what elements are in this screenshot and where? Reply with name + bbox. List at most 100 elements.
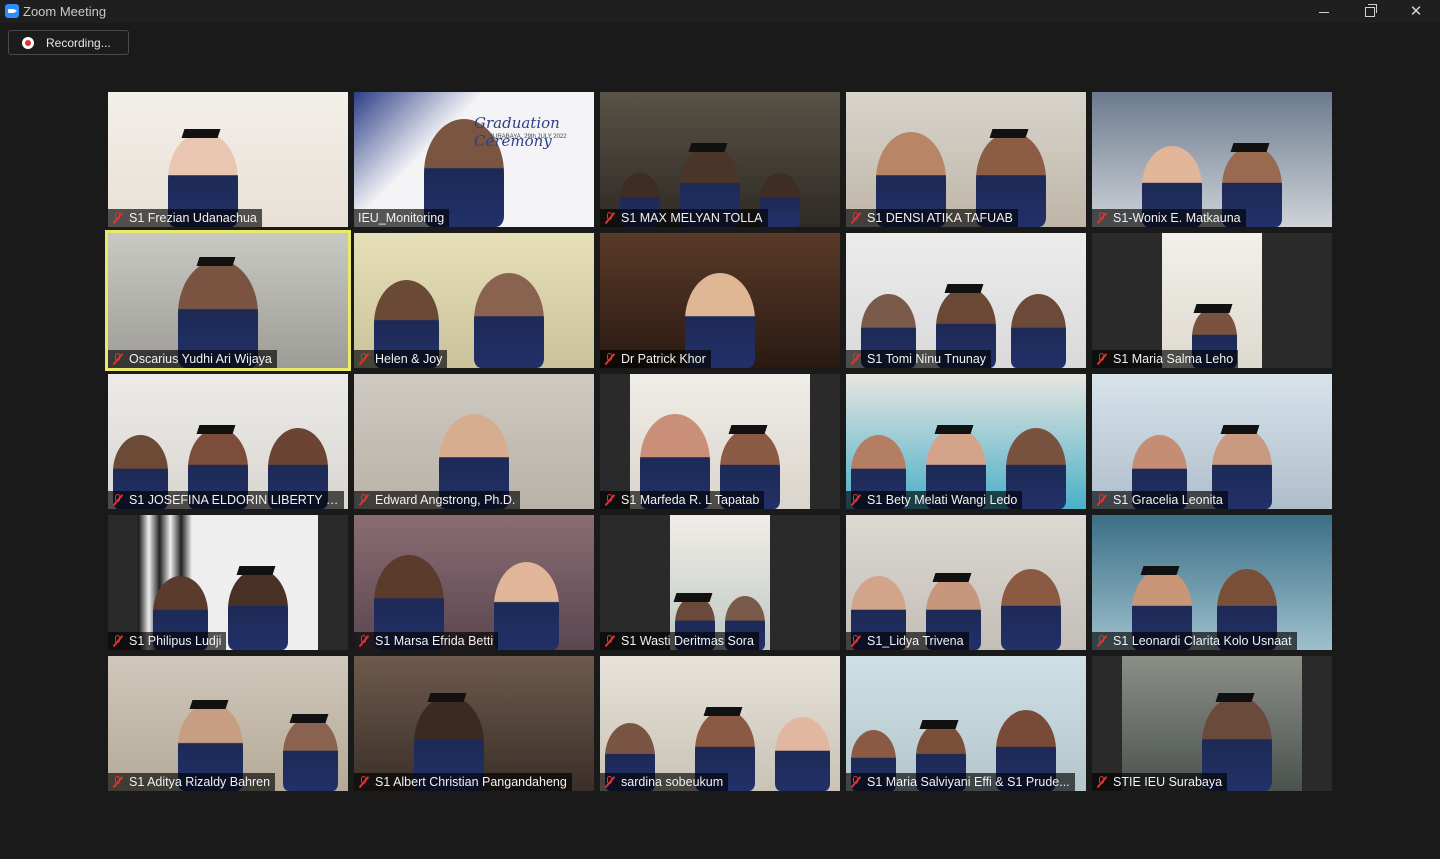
close-button[interactable]: ✕	[1393, 0, 1439, 23]
muted-microphone-icon	[850, 776, 861, 788]
participant-name: S1-Wonix E. Matkauna	[1092, 209, 1246, 227]
participant-name-label: S1 Leonardi Clarita Kolo Usnaat	[1113, 634, 1292, 648]
graduation-cap	[1140, 566, 1180, 575]
graduation-cap	[196, 425, 236, 434]
video-feed	[108, 656, 348, 791]
video-feed	[354, 515, 594, 650]
video-feed	[846, 374, 1086, 509]
video-feed	[1122, 656, 1302, 791]
video-feed	[670, 515, 770, 650]
graduation-cap	[1193, 304, 1232, 313]
graduation-cap	[289, 714, 328, 723]
participant-tile[interactable]: S1 Maria Salviyani Effi & S1 Prude...	[846, 656, 1086, 791]
participant-tile[interactable]: STIE IEU Surabaya	[1092, 656, 1332, 791]
graduation-cap	[181, 129, 221, 138]
recording-indicator[interactable]: Recording...	[8, 30, 129, 55]
graduation-cap	[728, 425, 768, 434]
participant-tile[interactable]: S1-Wonix E. Matkauna	[1092, 92, 1332, 227]
participant-tile[interactable]: S1 Wasti Deritmas Sora	[600, 515, 840, 650]
participant-name-label: S1 DENSI ATIKA TAFUAB	[867, 211, 1013, 225]
participant-tile[interactable]: S1 DENSI ATIKA TAFUAB	[846, 92, 1086, 227]
title-bar: Zoom Meeting ✕	[0, 0, 1440, 23]
participant-name-label: Oscarius Yudhi Ari Wijaya	[129, 352, 272, 366]
video-feed	[630, 374, 810, 509]
participant-tile[interactable]: Helen & Joy	[354, 233, 594, 368]
participant-name-label: S1 Wasti Deritmas Sora	[621, 634, 754, 648]
participant-figure	[775, 717, 830, 791]
muted-microphone-icon	[112, 353, 123, 365]
participant-tile[interactable]: S1 Frezian Udanachua	[108, 92, 348, 227]
participant-tile[interactable]: S1 Maria Salma Leho	[1092, 233, 1332, 368]
participant-name: S1 JOSEFINA ELDORIN LIBERTY BER...	[108, 491, 344, 509]
participant-name: S1 Wasti Deritmas Sora	[600, 632, 759, 650]
participant-tile[interactable]: S1 Albert Christian Pangandaheng	[354, 656, 594, 791]
graduation-cap	[1215, 693, 1255, 702]
participant-tile[interactable]: Edward Angstrong, Ph.D.	[354, 374, 594, 509]
participant-name: S1_Lidya Trivena	[846, 632, 969, 650]
participant-tile[interactable]: S1 JOSEFINA ELDORIN LIBERTY BER...	[108, 374, 348, 509]
participant-name: Edward Angstrong, Ph.D.	[354, 491, 521, 509]
participant-tile[interactable]: S1 Gracelia Leonita	[1092, 374, 1332, 509]
participant-tile[interactable]: S1 Tomi Ninu Tnunay	[846, 233, 1086, 368]
participant-name-label: S1 Bety Melati Wangi Ledo	[867, 493, 1018, 507]
participant-tile[interactable]: Oscarius Yudhi Ari Wijaya	[105, 230, 351, 371]
muted-microphone-icon	[358, 494, 369, 506]
muted-microphone-icon	[850, 494, 861, 506]
participant-tile[interactable]: S1 Aditya Rizaldy Bahren	[108, 656, 348, 791]
muted-microphone-icon	[358, 353, 369, 365]
maximize-button[interactable]	[1347, 0, 1393, 23]
minimize-button[interactable]	[1301, 0, 1347, 23]
participant-name: S1 Tomi Ninu Tnunay	[846, 350, 992, 368]
participant-tile[interactable]: Dr Patrick Khor	[600, 233, 840, 368]
participant-name-label: S1_Lidya Trivena	[867, 634, 964, 648]
participant-tile[interactable]: S1_Lidya Trivena	[846, 515, 1086, 650]
participant-figure	[283, 717, 338, 791]
video-feed	[846, 92, 1086, 227]
graduation-cap	[688, 143, 728, 152]
video-feed	[354, 374, 594, 509]
participant-figure	[474, 273, 544, 368]
muted-microphone-icon	[112, 776, 123, 788]
participant-name-label: Edward Angstrong, Ph.D.	[375, 493, 516, 507]
participant-tile[interactable]: sardina sobeukum	[600, 656, 840, 791]
graduation-cap	[944, 284, 984, 293]
participant-name: IEU_Monitoring	[354, 209, 450, 227]
graduation-cap	[427, 693, 467, 702]
participant-name: S1 DENSI ATIKA TAFUAB	[846, 209, 1018, 227]
participant-name-label: Helen & Joy	[375, 352, 443, 366]
participant-name-label: Dr Patrick Khor	[621, 352, 706, 366]
muted-microphone-icon	[358, 776, 369, 788]
video-feed	[600, 233, 840, 368]
muted-microphone-icon	[358, 635, 369, 647]
close-icon: ✕	[1409, 3, 1423, 20]
banner-title: Graduation Ceremony	[474, 114, 560, 150]
participant-name-label: S1 Maria Salma Leho	[1113, 352, 1234, 366]
participant-tile[interactable]: S1 Leonardi Clarita Kolo Usnaat	[1092, 515, 1332, 650]
video-feed	[846, 233, 1086, 368]
muted-microphone-icon	[850, 353, 861, 365]
muted-microphone-icon	[1096, 212, 1107, 224]
banner-subtitle: SURABAYA, 29th JULY 2022	[489, 134, 567, 140]
video-feed	[846, 656, 1086, 791]
participant-tile[interactable]: Graduation Ceremony SURABAYA, 29th JULY 2…	[354, 92, 594, 227]
record-icon	[22, 37, 34, 49]
muted-microphone-icon	[1096, 635, 1107, 647]
participant-name: S1 MAX MELYAN TOLLA	[600, 209, 768, 227]
participant-name: S1 Leonardi Clarita Kolo Usnaat	[1092, 632, 1297, 650]
participant-tile[interactable]: S1 Marfeda R. L Tapatab	[600, 374, 840, 509]
zoom-logo-icon	[5, 4, 19, 18]
participant-tile[interactable]: S1 Marsa Efrida Betti	[354, 515, 594, 650]
video-feed	[138, 515, 318, 650]
video-feed	[846, 515, 1086, 650]
participant-tile[interactable]: S1 MAX MELYAN TOLLA	[600, 92, 840, 227]
graduation-cap	[989, 129, 1029, 138]
participant-tile[interactable]: S1 Bety Melati Wangi Ledo	[846, 374, 1086, 509]
participant-figure	[228, 569, 288, 650]
participant-tile[interactable]: S1 Philipus Ludji	[108, 515, 348, 650]
muted-microphone-icon	[604, 494, 615, 506]
muted-microphone-icon	[604, 212, 615, 224]
video-feed	[1092, 374, 1332, 509]
participant-name: S1 Aditya Rizaldy Bahren	[108, 773, 276, 791]
participant-figure	[494, 562, 559, 650]
graduation-cap	[934, 425, 974, 434]
